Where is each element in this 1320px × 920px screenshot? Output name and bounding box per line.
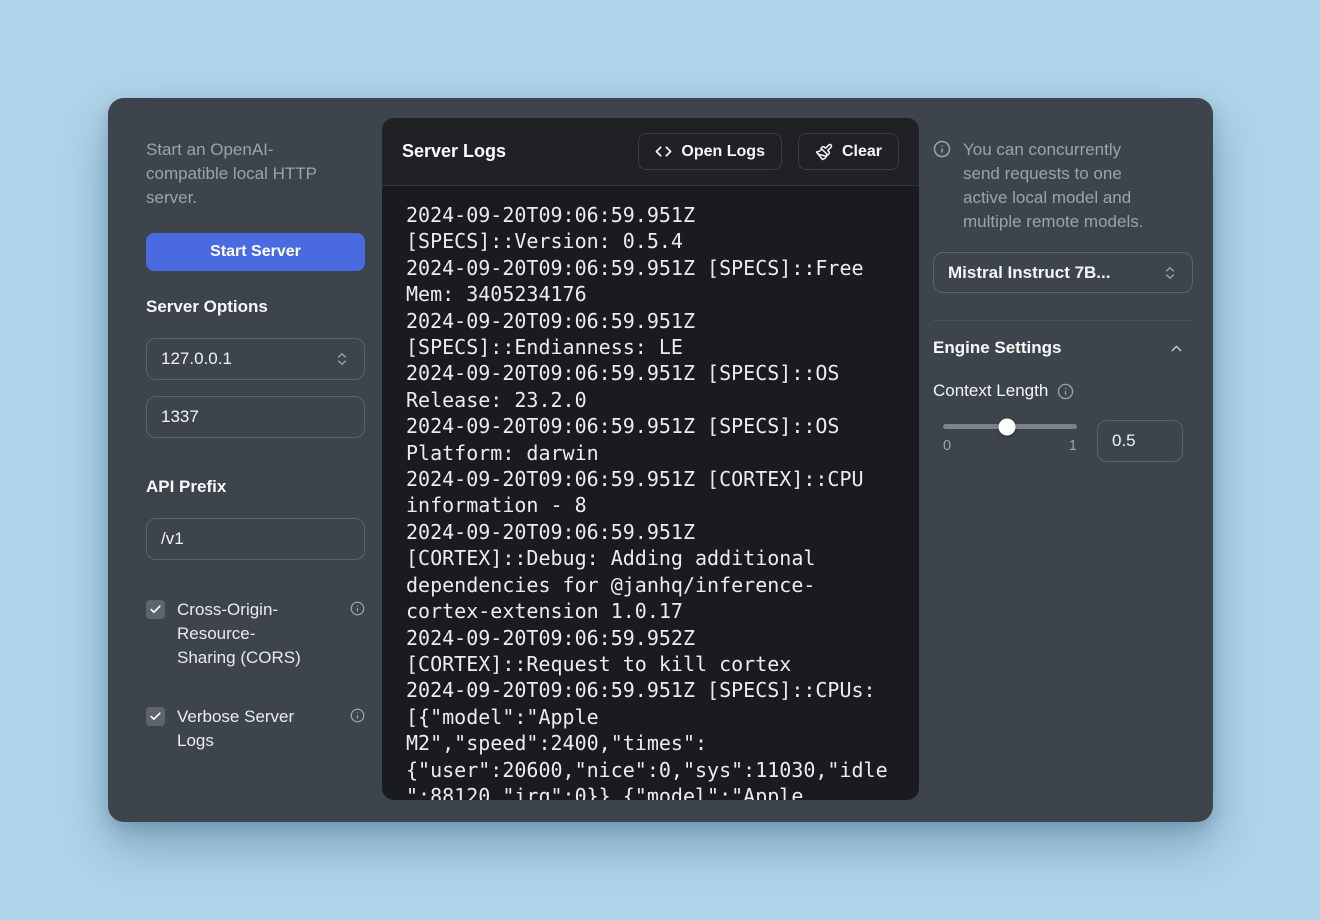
- log-entry: 2024-09-20T09:06:59.951Z [SPECS]::OS Rel…: [406, 360, 894, 413]
- model-settings-sidebar: You can concurrently send requests to on…: [933, 98, 1193, 822]
- cors-checkbox-label: Cross-Origin-Resource-Sharing (CORS): [177, 598, 305, 670]
- context-length-row: Context Length: [933, 381, 1074, 401]
- open-logs-button-label: Open Logs: [681, 143, 765, 161]
- server-description: Start an OpenAI-compatible local HTTP se…: [146, 138, 331, 210]
- log-entry: 2024-09-20T09:06:59.951Z [SPECS]::Endian…: [406, 308, 894, 361]
- slider-thumb[interactable]: [999, 418, 1016, 435]
- page-background: { "colors": { "accent_blue": "#4a6be0", …: [0, 0, 1320, 920]
- local-server-window: Start an OpenAI-compatible local HTTP se…: [108, 98, 1213, 822]
- chevrons-up-down-icon: [1162, 265, 1178, 281]
- check-icon: [149, 603, 162, 616]
- server-options-heading: Server Options: [146, 297, 268, 317]
- concurrency-note-text: You can concurrently send requests to on…: [963, 138, 1153, 234]
- clear-logs-button-label: Clear: [842, 143, 882, 161]
- context-length-label: Context Length: [933, 381, 1048, 401]
- info-icon[interactable]: [1057, 383, 1074, 400]
- section-divider: [933, 320, 1193, 321]
- cors-checkbox-row: Cross-Origin-Resource-Sharing (CORS): [146, 598, 365, 670]
- chevron-up-icon: [1168, 340, 1185, 357]
- log-entry: 2024-09-20T09:06:59.951Z [CORTEX]::Debug…: [406, 519, 894, 625]
- server-logs-output[interactable]: 2024-09-20T09:06:59.951Z [SPECS]::Versio…: [382, 186, 919, 800]
- port-input[interactable]: [146, 396, 365, 438]
- log-entry: 2024-09-20T09:06:59.951Z [SPECS]::CPUs: …: [406, 677, 894, 800]
- log-entry: 2024-09-20T09:06:59.951Z [SPECS]::Free M…: [406, 255, 894, 308]
- log-entry: 2024-09-20T09:06:59.951Z [SPECS]::OS Pla…: [406, 413, 894, 466]
- info-icon[interactable]: [350, 601, 365, 616]
- slider-min-label: 0: [943, 438, 951, 454]
- paintbrush-icon: [815, 143, 833, 161]
- verbose-logs-checkbox-row: Verbose Server Logs: [146, 705, 365, 753]
- start-server-button[interactable]: Start Server: [146, 233, 365, 271]
- clear-logs-button[interactable]: Clear: [798, 133, 899, 170]
- concurrency-note: You can concurrently send requests to on…: [933, 138, 1153, 234]
- check-icon: [149, 710, 162, 723]
- verbose-logs-checkbox[interactable]: [146, 707, 165, 726]
- server-logs-card: Server Logs Open Logs Clear 2024-09-20T0…: [382, 118, 919, 800]
- model-select[interactable]: Mistral Instruct 7B...: [933, 252, 1193, 293]
- log-entry: 2024-09-20T09:06:59.951Z [SPECS]::Versio…: [406, 202, 894, 255]
- context-length-value-input[interactable]: [1097, 420, 1183, 462]
- verbose-logs-checkbox-label: Verbose Server Logs: [177, 705, 305, 753]
- log-entry: 2024-09-20T09:06:59.952Z [CORTEX]::Reque…: [406, 625, 894, 678]
- api-prefix-input[interactable]: [146, 518, 365, 560]
- chevrons-up-down-icon: [334, 351, 350, 367]
- info-icon[interactable]: [350, 708, 365, 723]
- code-icon: [655, 143, 672, 160]
- engine-settings-heading: Engine Settings: [933, 338, 1061, 358]
- slider-max-label: 1: [1069, 438, 1077, 454]
- info-icon: [933, 140, 951, 234]
- context-length-slider[interactable]: [943, 424, 1077, 429]
- open-logs-button[interactable]: Open Logs: [638, 133, 782, 170]
- cors-checkbox[interactable]: [146, 600, 165, 619]
- engine-settings-toggle[interactable]: Engine Settings: [933, 338, 1185, 358]
- api-prefix-heading: API Prefix: [146, 477, 226, 497]
- model-select-value: Mistral Instruct 7B...: [948, 263, 1110, 283]
- slider-range-labels: 0 1: [943, 438, 1077, 454]
- host-select-value: 127.0.0.1: [161, 349, 232, 369]
- log-entry: 2024-09-20T09:06:59.951Z [CORTEX]::CPU i…: [406, 466, 894, 519]
- server-logs-header: Server Logs Open Logs Clear: [382, 118, 919, 186]
- host-select[interactable]: 127.0.0.1: [146, 338, 365, 380]
- server-config-sidebar: Start an OpenAI-compatible local HTTP se…: [146, 98, 365, 822]
- server-logs-title: Server Logs: [402, 141, 506, 162]
